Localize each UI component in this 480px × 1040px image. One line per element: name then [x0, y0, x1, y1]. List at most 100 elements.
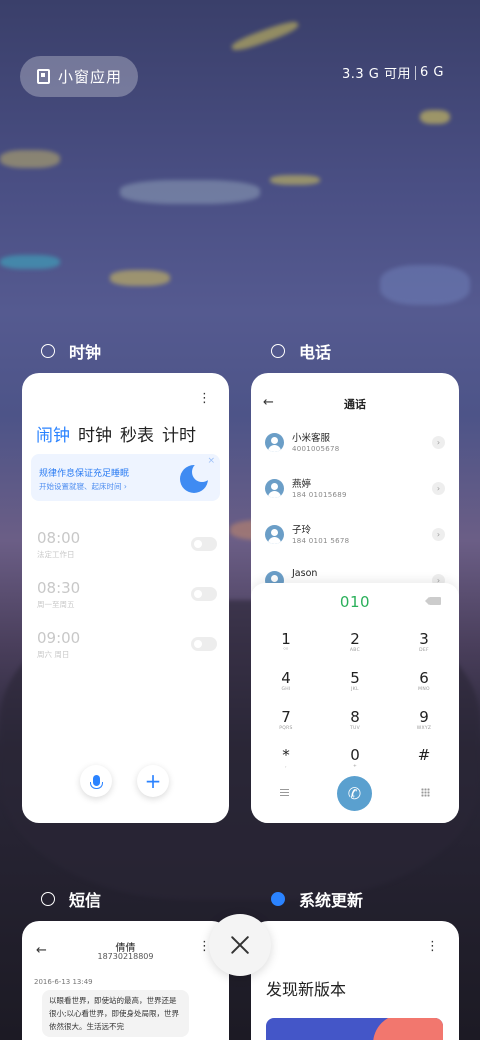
avatar [265, 433, 284, 452]
memory-available: 3.3 G 可用 [342, 67, 412, 82]
update-headline: 发现新版本 [266, 980, 347, 999]
key-letters: JKL [351, 687, 359, 692]
dialpad-grid-icon[interactable] [421, 788, 430, 797]
phone-card[interactable]: ← 通话 小米客服 4001005678 › 燕婷 184 01015689 ›… [251, 373, 459, 823]
update-banner-image [266, 1018, 443, 1040]
dial-key-6[interactable]: 6 MNO [404, 669, 444, 693]
dial-key-8[interactable]: 8 TUV [335, 708, 375, 732]
chevron-right-icon[interactable]: › [432, 436, 445, 449]
phone-app-name: 电话 [299, 343, 332, 362]
more-menu-icon[interactable]: ⋮ [198, 392, 211, 405]
clock-app-name: 时钟 [69, 343, 102, 362]
message-bubble[interactable]: 以眼看世界，即使站的最高，世界还是很小;以心看世界，即使身处局限，世界依然很大。… [42, 990, 189, 1037]
avatar [265, 525, 284, 544]
alarm-time: 08:00 [37, 529, 81, 547]
clock-tabs: 闹钟 时钟 秒表 计时 [36, 421, 196, 446]
sms-app-header[interactable]: 短信 [41, 887, 101, 911]
tab-timer[interactable]: 计时 [162, 421, 196, 446]
message-date: 2016-6-13 13:49 [34, 978, 93, 986]
key-digit: 6 [419, 669, 429, 687]
key-letters: + [352, 764, 358, 769]
contact-number: 184 01015689 [292, 491, 347, 499]
calls-title: 通话 [344, 398, 366, 411]
alarm-repeat: 法定工作日 [37, 550, 75, 559]
dial-actions: ✆ [251, 776, 459, 812]
tab-alarm[interactable]: 闹钟 [36, 421, 70, 446]
add-alarm-button[interactable]: + [137, 765, 169, 797]
sleep-banner[interactable]: 规律作息保证充足睡眠 开始设置就寝、起床时间 › × [31, 454, 220, 501]
dial-key-0[interactable]: 0 + [335, 746, 375, 770]
dial-key-star[interactable]: *, [266, 746, 306, 770]
update-card[interactable]: ⋮ 发现新版本 [251, 921, 459, 1040]
key-digit: 4 [281, 669, 291, 687]
sleep-banner-title: 规律作息保证充足睡眠 [39, 469, 130, 479]
key-letters: , [285, 764, 287, 769]
sms-app-icon [41, 892, 55, 906]
backspace-icon[interactable] [425, 597, 441, 605]
call-button[interactable]: ✆ [337, 776, 372, 811]
clock-app-icon [41, 344, 55, 358]
alarm-time: 09:00 [37, 629, 81, 647]
key-digit: 5 [350, 669, 360, 687]
close-icon[interactable]: × [207, 456, 215, 466]
tab-clock[interactable]: 时钟 [78, 421, 112, 446]
key-digit: 7 [281, 708, 291, 726]
phone-app-icon [271, 344, 285, 358]
close-all-button[interactable] [209, 914, 271, 976]
tab-stopwatch[interactable]: 秒表 [120, 421, 154, 446]
contact-name: Jason [292, 568, 318, 579]
chevron-right-icon[interactable]: › [432, 528, 445, 541]
key-letters: PQRS [279, 726, 293, 731]
key-digit: 0 [350, 746, 360, 764]
dial-key-3[interactable]: 3 DEF [404, 631, 444, 654]
moon-icon [180, 462, 212, 493]
clock-card[interactable]: ⋮ 闹钟 时钟 秒表 计时 规律作息保证充足睡眠 开始设置就寝、起床时间 › ×… [22, 373, 229, 823]
dial-key-2[interactable]: 2 ABC [335, 630, 375, 654]
alarm-item[interactable]: 09:00 周六 周日 [37, 629, 217, 660]
contact-name: 子玲 [292, 525, 312, 536]
contact-row[interactable]: 小米客服 4001005678 › [265, 428, 445, 458]
small-window-button[interactable]: 小窗应用 [20, 56, 138, 97]
clock-app-header[interactable]: 时钟 [41, 339, 101, 363]
key-digit: 8 [350, 708, 360, 726]
dial-key-9[interactable]: 9 WXYZ [404, 708, 444, 732]
contact-number: 184 0101 5678 [292, 537, 350, 545]
memory-divider [415, 65, 417, 80]
alarm-toggle[interactable] [191, 637, 217, 651]
update-app-header[interactable]: 系统更新 [271, 887, 363, 911]
key-digit: # [417, 746, 431, 764]
alarm-toggle[interactable] [191, 587, 217, 601]
memory-status: 3.3 G 可用 6 G [342, 63, 444, 82]
chevron-right-icon[interactable]: › [432, 482, 445, 495]
contact-row[interactable]: 燕婷 184 01015689 › [265, 474, 445, 504]
dial-key-5[interactable]: 5 JKL [335, 669, 375, 693]
memory-total: 6 G [420, 65, 444, 80]
dial-key-hash[interactable]: # [404, 747, 444, 764]
dial-key-1[interactable]: 1 ᴼᴼ [266, 630, 306, 654]
sms-card[interactable]: ← 倩倩 18730218809 ⋮ 2016-6-13 13:49 以眼看世界… [22, 921, 229, 1040]
key-digit: 2 [350, 630, 360, 648]
alarm-repeat: 周六 周日 [37, 650, 70, 659]
key-digit: 9 [419, 708, 429, 726]
alarm-item[interactable]: 08:00 法定工作日 [37, 529, 217, 560]
key-digit: 1 [281, 630, 291, 648]
voice-alarm-button[interactable] [80, 765, 112, 797]
key-letters: GHI [281, 687, 291, 692]
dialpad: 010 1 ᴼᴼ 2 ABC 3 DEF 4 GHI 5 JKL 6 MNO 7 PQRS 8… [251, 583, 459, 823]
menu-icon[interactable] [280, 789, 289, 796]
update-app-icon [271, 892, 285, 906]
contact-row[interactable]: 子玲 184 0101 5678 › [265, 520, 445, 550]
alarm-time: 08:30 [37, 579, 81, 597]
alarm-toggle[interactable] [191, 537, 217, 551]
contact-name: 燕婷 [292, 479, 312, 490]
sleep-banner-subtitle: 开始设置就寝、起床时间 › [39, 482, 127, 491]
key-digit: * [282, 746, 290, 764]
microphone-icon [89, 774, 103, 789]
dial-key-7[interactable]: 7 PQRS [266, 708, 306, 732]
key-letters: WXYZ [416, 726, 432, 731]
phone-app-header[interactable]: 电话 [271, 339, 331, 363]
alarm-item[interactable]: 08:30 周一至周五 [37, 579, 217, 610]
update-app-name: 系统更新 [299, 891, 364, 910]
dial-key-4[interactable]: 4 GHI [266, 669, 306, 693]
more-menu-icon[interactable]: ⋮ [426, 940, 439, 953]
